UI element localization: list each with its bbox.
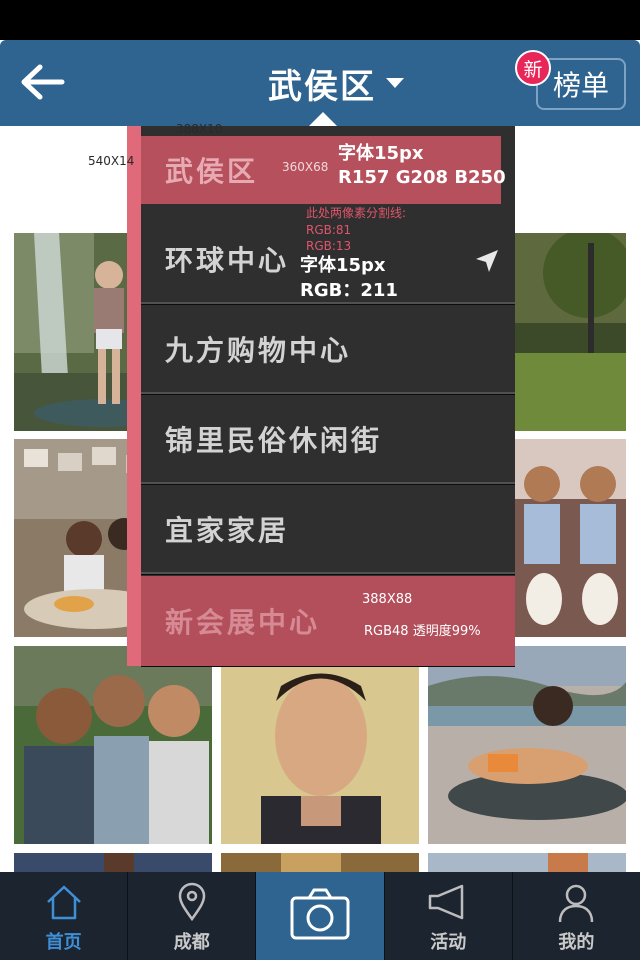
tab-activity[interactable]: 活动 <box>385 872 513 960</box>
tab-home[interactable]: 首页 <box>0 872 129 960</box>
annotation-rgb-211: RGB：211 <box>300 280 398 301</box>
annotation-divider-rgb2: RGB:13 <box>306 239 352 253</box>
rank-button-label: 榜单 <box>552 69 609 102</box>
tab-label: 成都 <box>173 932 210 953</box>
photo-row4-b[interactable] <box>221 853 419 872</box>
annotation-rgb48-opacity: RGB48 透明度99% <box>364 624 481 639</box>
dropdown-item-label: 环球中心 <box>165 244 290 277</box>
annotation-divider-rgb1: RGB:81 <box>306 223 352 237</box>
annotation-388x88: 388X88 <box>362 592 413 607</box>
caret-down-icon <box>386 78 404 88</box>
back-arrow-icon <box>21 64 65 100</box>
photo-row4-c[interactable] <box>428 853 626 872</box>
photo-portrait[interactable] <box>221 646 419 844</box>
photo-family[interactable] <box>14 646 212 844</box>
annotation-font-15px-a: 字体15px <box>338 143 424 164</box>
photo-guitar-kids[interactable] <box>514 439 626 637</box>
location-selector[interactable]: 武侯区 <box>268 60 404 107</box>
tab-label: 活动 <box>430 932 467 953</box>
new-badge: 新 <box>515 50 551 86</box>
home-icon <box>46 885 81 920</box>
page-title: 武侯区 <box>268 66 376 107</box>
annotation-388x10: 388X10 <box>176 122 223 136</box>
annotation-360x68: 360X68 <box>282 160 329 174</box>
photo-beach[interactable] <box>428 646 626 844</box>
photo-row4-a[interactable] <box>14 853 212 872</box>
dropdown-item-ikea[interactable]: 宜家家居 <box>141 486 515 574</box>
dropdown-item-label: 新会展中心 <box>165 606 321 639</box>
megaphone-icon <box>428 884 464 920</box>
annotation-font-15px-b: 字体15px <box>300 255 386 276</box>
location-pin-icon <box>178 882 206 922</box>
status-bar <box>0 0 640 40</box>
dropdown-item-jiufang[interactable]: 九方购物中心 <box>141 306 515 394</box>
camera-icon <box>290 888 350 940</box>
annotation-rgb-selected: R157 G208 B250 <box>338 167 506 188</box>
annotation-divider-note: 此处两像素分割线: <box>306 206 407 220</box>
tab-label: 我的 <box>558 932 595 953</box>
user-icon <box>559 884 594 923</box>
annotation-540x14: 540X14 <box>88 154 135 168</box>
dropdown-pointer <box>309 112 337 126</box>
dropdown-item-label: 锦里民俗休闲街 <box>165 424 383 457</box>
tab-mine[interactable]: 我的 <box>513 872 640 960</box>
tab-chengdu[interactable]: 成都 <box>128 872 257 960</box>
dropdown-item-label: 宜家家居 <box>165 514 290 547</box>
dropdown-item-label: 九方购物中心 <box>165 334 352 367</box>
tab-bar: 首页 成都 活动 我的 <box>0 872 640 960</box>
dropdown-item-label: 武侯区 <box>165 155 259 188</box>
back-button[interactable] <box>18 62 66 102</box>
tab-label: 首页 <box>45 932 82 953</box>
location-arrow-icon[interactable] <box>474 248 500 274</box>
tab-camera[interactable] <box>256 872 385 960</box>
dropdown-item-jinli[interactable]: 锦里民俗休闲街 <box>141 396 515 484</box>
